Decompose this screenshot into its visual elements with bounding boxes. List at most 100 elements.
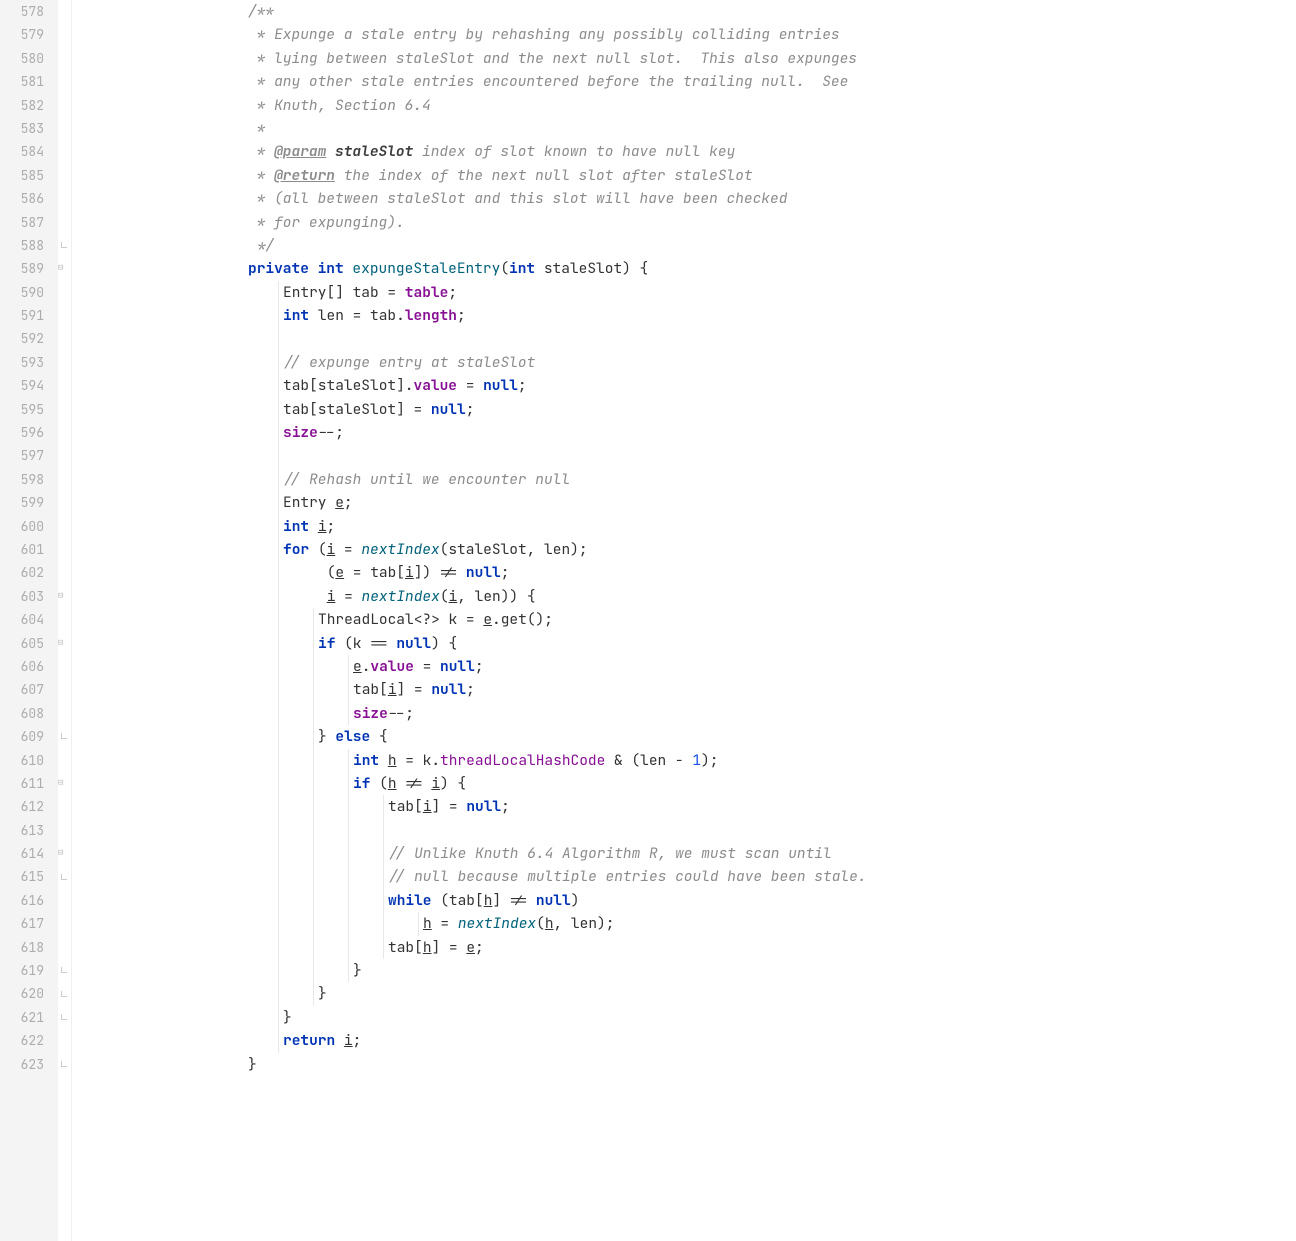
line-number[interactable]: 599 [10,491,44,514]
line-number[interactable]: 607 [10,678,44,701]
line-number[interactable]: 612 [10,795,44,818]
line-number[interactable]: 608 [10,702,44,725]
code-line[interactable]: ThreadLocal<?> k = e.get(); [104,608,1296,631]
code-line[interactable]: Entry[] tab = table; [104,281,1296,304]
line-number[interactable]: 611 [10,772,44,795]
code-line[interactable]: for (i = nextIndex(staleSlot, len); [104,538,1296,561]
line-number[interactable]: 581 [10,70,44,93]
code-line[interactable]: tab[h] = e; [104,936,1296,959]
code-line[interactable] [104,444,1296,467]
line-number[interactable]: 584 [10,140,44,163]
code-line[interactable]: size--; [104,702,1296,725]
line-number[interactable]: 616 [10,889,44,912]
line-number[interactable]: 593 [10,351,44,374]
line-number[interactable]: 594 [10,374,44,397]
line-number[interactable]: 609 [10,725,44,748]
line-number[interactable]: 618 [10,936,44,959]
code-line[interactable]: // null because multiple entries could h… [104,865,1296,888]
code-line[interactable]: int i; [104,515,1296,538]
code-line[interactable]: if (h != i) { [104,772,1296,795]
line-number[interactable]: 604 [10,608,44,631]
code-line[interactable]: tab[i] = null; [104,678,1296,701]
line-number[interactable]: 583 [10,117,44,140]
line-number[interactable]: 617 [10,912,44,935]
line-number[interactable]: 601 [10,538,44,561]
code-line[interactable]: while (tab[h] != null) [104,889,1296,912]
code-line[interactable]: tab[staleSlot] = null; [104,398,1296,421]
code-line[interactable]: } [104,1053,1296,1076]
code-line[interactable]: Entry e; [104,491,1296,514]
line-number[interactable]: 579 [10,23,44,46]
line-number[interactable]: 595 [10,398,44,421]
line-number[interactable]: 597 [10,444,44,467]
code-line[interactable]: private int expungeStaleEntry(int staleS… [104,257,1296,280]
line-number[interactable]: 602 [10,561,44,584]
code-line[interactable]: size--; [104,421,1296,444]
code-line[interactable]: int len = tab.length; [104,304,1296,327]
code-line[interactable]: } else { [104,725,1296,748]
code-line[interactable] [104,819,1296,842]
line-number[interactable]: 587 [10,211,44,234]
code-line[interactable]: // Unlike Knuth 6.4 Algorithm R, we must… [104,842,1296,865]
code-line[interactable]: tab[i] = null; [104,795,1296,818]
code-area[interactable]: /** * Expunge a stale entry by rehashing… [100,0,1296,1241]
line-number[interactable]: 614 [10,842,44,865]
code-line[interactable]: * Knuth, Section 6.4 [104,94,1296,117]
code-line[interactable]: * Expunge a stale entry by rehashing any… [104,23,1296,46]
line-number[interactable]: 621 [10,1006,44,1029]
line-number[interactable]: 591 [10,304,44,327]
code-line[interactable]: h = nextIndex(h, len); [104,912,1296,935]
fold-collapse-icon[interactable] [58,848,69,859]
line-number[interactable]: 578 [10,0,44,23]
line-number[interactable]: 605 [10,632,44,655]
code-line[interactable]: } [104,1006,1296,1029]
line-number[interactable]: 588 [10,234,44,257]
line-number[interactable]: 622 [10,1029,44,1052]
line-number[interactable]: 623 [10,1053,44,1076]
line-number-gutter[interactable]: 5785795805815825835845855865875885895905… [0,0,58,1241]
code-line[interactable]: // expunge entry at staleSlot [104,351,1296,374]
code-line[interactable]: * @return the index of the next null slo… [104,164,1296,187]
line-number[interactable]: 600 [10,515,44,538]
line-number[interactable]: 598 [10,468,44,491]
line-number[interactable]: 613 [10,819,44,842]
code-line[interactable]: i = nextIndex(i, len)) { [104,585,1296,608]
code-line[interactable]: * @param staleSlot index of slot known t… [104,140,1296,163]
code-line[interactable]: (e = tab[i]) != null; [104,561,1296,584]
line-number[interactable]: 590 [10,281,44,304]
line-number[interactable]: 596 [10,421,44,444]
line-number[interactable]: 606 [10,655,44,678]
code-line[interactable]: */ [104,234,1296,257]
line-number[interactable]: 619 [10,959,44,982]
line-number[interactable]: 620 [10,982,44,1005]
line-number[interactable]: 592 [10,327,44,350]
line-number[interactable]: 580 [10,47,44,70]
code-line[interactable]: } [104,982,1296,1005]
line-number[interactable]: 582 [10,94,44,117]
code-line[interactable]: * [104,117,1296,140]
fold-collapse-icon[interactable] [58,591,69,602]
fold-collapse-icon[interactable] [58,638,69,649]
code-line[interactable]: * for expunging). [104,211,1296,234]
code-line[interactable]: * lying between staleSlot and the next n… [104,47,1296,70]
line-number[interactable]: 610 [10,749,44,772]
code-line[interactable]: e.value = null; [104,655,1296,678]
code-line[interactable]: // Rehash until we encounter null [104,468,1296,491]
code-line[interactable]: * (all between staleSlot and this slot w… [104,187,1296,210]
line-number[interactable]: 589 [10,257,44,280]
line-number[interactable]: 586 [10,187,44,210]
fold-collapse-icon[interactable] [58,263,69,274]
code-line[interactable]: /** [104,0,1296,23]
code-line[interactable]: * any other stale entries encountered be… [104,70,1296,93]
code-line[interactable]: return i; [104,1029,1296,1052]
line-number[interactable]: 603 [10,585,44,608]
fold-collapse-icon[interactable] [58,778,69,789]
code-line[interactable] [104,327,1296,350]
line-number[interactable]: 585 [10,164,44,187]
code-line[interactable]: int h = k.threadLocalHashCode & (len - 1… [104,749,1296,772]
code-line[interactable]: } [104,959,1296,982]
line-number[interactable]: 615 [10,865,44,888]
code-line[interactable]: if (k == null) { [104,632,1296,655]
code-line[interactable]: tab[staleSlot].value = null; [104,374,1296,397]
fold-column[interactable] [58,0,72,1241]
